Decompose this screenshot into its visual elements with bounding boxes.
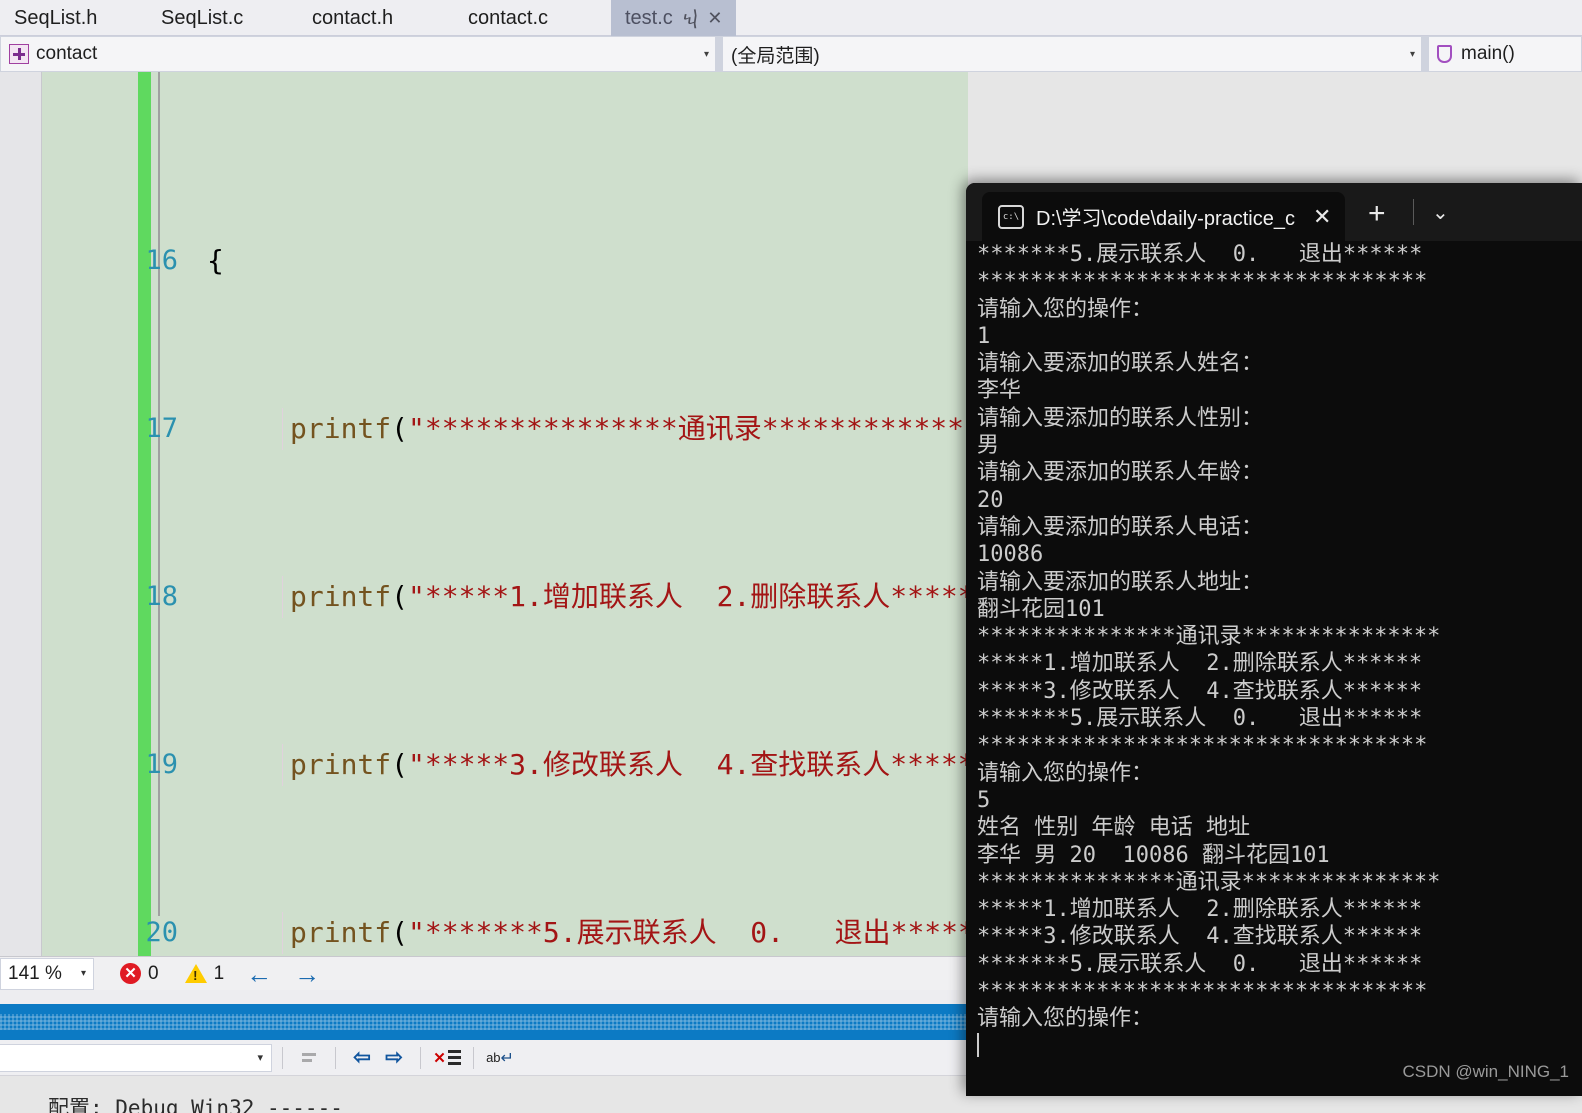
cmd-prompt-icon: c:\	[998, 204, 1024, 229]
tab-seqlist-c[interactable]: SeqList.c	[147, 0, 257, 36]
error-count-group[interactable]: ✕ 0	[120, 963, 159, 985]
output-pane-text: 配置: Debug Win32 ------	[48, 1096, 343, 1113]
csdn-watermark: CSDN @win_NING_1	[1402, 1062, 1569, 1081]
visual-studio-window: SeqList.h SeqList.c contact.h contact.c …	[0, 0, 1582, 1113]
error-count: 0	[148, 962, 159, 984]
project-scope-icon	[9, 44, 29, 64]
terminal-output[interactable]: *******5.展示联系人 0. 退出****** *************…	[977, 241, 1582, 1096]
outdent-icon[interactable]: ⇦	[346, 1045, 378, 1071]
code-text-area[interactable]: 16 { 17 printf("***************通讯录********…	[42, 72, 968, 956]
pane-spacer	[0, 990, 968, 1004]
code-content: printf("***************通讯录**************…	[290, 412, 968, 445]
navigate-backward-icon[interactable]: ←	[246, 961, 272, 987]
close-terminal-tab-icon[interactable]: ✕	[1313, 204, 1331, 230]
terminal-separator	[1413, 199, 1414, 225]
code-line: 16 {	[42, 240, 968, 282]
undo-indent-icon[interactable]	[293, 1045, 325, 1071]
windows-terminal-window[interactable]: c:\ D:\学习\code\daily-practice_c ✕ + ⌄ **…	[966, 183, 1582, 1096]
terminal-tab[interactable]: c:\ D:\学习\code\daily-practice_c ✕	[982, 192, 1346, 241]
line-number: 17	[145, 413, 178, 444]
code-content: {	[207, 244, 224, 277]
toolbar-separator	[420, 1046, 421, 1069]
tab-label: SeqList.h	[14, 6, 98, 29]
zoom-level-value: 141 %	[8, 962, 62, 984]
tab-seqlist-h[interactable]: SeqList.h	[0, 0, 111, 36]
line-number: 20	[145, 917, 178, 948]
code-line: 19 printf("*****3.修改联系人 4.查找联系人******\n")…	[42, 744, 968, 786]
scope-dropdown-value: contact	[36, 43, 98, 64]
tab-test-c[interactable]: test.c ⴏ ✕	[611, 0, 737, 36]
toolbar-separator	[282, 1046, 283, 1069]
line-number: 19	[145, 749, 178, 780]
toolbar-separator	[335, 1046, 336, 1069]
chevron-down-icon[interactable]: ▾	[257, 1051, 263, 1064]
warning-count: 1	[213, 962, 225, 984]
tab-label: contact.h	[312, 6, 394, 29]
editor-tab-strip: SeqList.h SeqList.c contact.h contact.c …	[0, 0, 1582, 36]
editor-left-margin	[0, 72, 42, 956]
terminal-tab-title: D:\学习\code\daily-practice_c	[1036, 208, 1295, 230]
member-dropdown-value: (全局范围)	[731, 45, 820, 67]
chevron-down-icon[interactable]: ▾	[1404, 49, 1415, 60]
member-dropdown[interactable]: (全局范围) ▾	[722, 36, 1422, 72]
toolbar-separator	[473, 1046, 474, 1069]
terminal-title-bar[interactable]: c:\ D:\学习\code\daily-practice_c ✕ + ⌄	[966, 183, 1582, 241]
method-icon	[1437, 45, 1452, 63]
code-editor[interactable]: 16 { 17 printf("***************通讯录********…	[0, 72, 968, 956]
tab-contact-h[interactable]: contact.h	[298, 0, 407, 36]
code-line: 17 printf("***************通讯录************…	[42, 408, 968, 450]
function-dropdown-value: main()	[1461, 43, 1515, 64]
code-content: printf("*******5.展示联系人 0. 退出******\n");	[290, 916, 968, 949]
code-content: printf("*****1.增加联系人 2.删除联系人******\n");	[290, 580, 968, 613]
clear-all-icon[interactable]: ✕	[431, 1045, 463, 1071]
zoom-level-dropdown[interactable]: 141 % ▾	[0, 957, 94, 990]
editor-status-bar: 141 % ▾ ✕ 0 1 ← →	[0, 956, 968, 990]
band-texture	[0, 1014, 968, 1030]
code-line: 20 printf("*******5.展示联系人 0. 退出******\n")…	[42, 912, 968, 954]
function-dropdown[interactable]: main()	[1428, 36, 1582, 72]
output-pane-toolbar: ▾ ⇦ ⇨ ✕ ab ↵	[0, 1040, 968, 1076]
warning-icon	[184, 964, 207, 983]
chevron-down-icon[interactable]: ▾	[81, 968, 86, 979]
output-source-dropdown[interactable]: ▾	[0, 1043, 272, 1072]
terminal-output-text: *******5.展示联系人 0. 退出****** *************…	[977, 242, 1441, 1032]
indent-icon[interactable]: ⇨	[378, 1045, 410, 1071]
tab-contact-c[interactable]: contact.c	[454, 0, 562, 36]
tab-label: contact.c	[468, 6, 549, 29]
word-wrap-icon[interactable]: ab ↵	[484, 1045, 516, 1071]
close-tab-icon[interactable]: ✕	[707, 8, 722, 29]
tab-label: SeqList.c	[161, 6, 244, 29]
warning-count-group[interactable]: 1	[184, 962, 225, 985]
chevron-down-icon[interactable]: ⌄	[1432, 203, 1449, 223]
scope-dropdown[interactable]: contact ▾	[0, 36, 716, 72]
code-content: printf("*****3.修改联系人 4.查找联系人******\n");	[290, 748, 968, 781]
navigate-forward-icon[interactable]: →	[294, 961, 320, 987]
pin-tab-icon[interactable]: ⴏ	[683, 8, 698, 29]
tab-label: test.c	[625, 6, 673, 29]
selected-pane-band	[0, 1004, 968, 1040]
error-icon: ✕	[120, 963, 141, 984]
line-number: 16	[145, 245, 178, 276]
terminal-caret	[977, 1032, 979, 1057]
line-number: 18	[145, 581, 178, 612]
new-terminal-tab-icon[interactable]: +	[1368, 199, 1386, 229]
chevron-down-icon[interactable]: ▾	[698, 49, 709, 60]
navigation-bar: contact ▾ (全局范围) ▾ main()	[0, 36, 1582, 72]
code-line: 18 printf("*****1.增加联系人 2.删除联系人******\n")…	[42, 576, 968, 618]
